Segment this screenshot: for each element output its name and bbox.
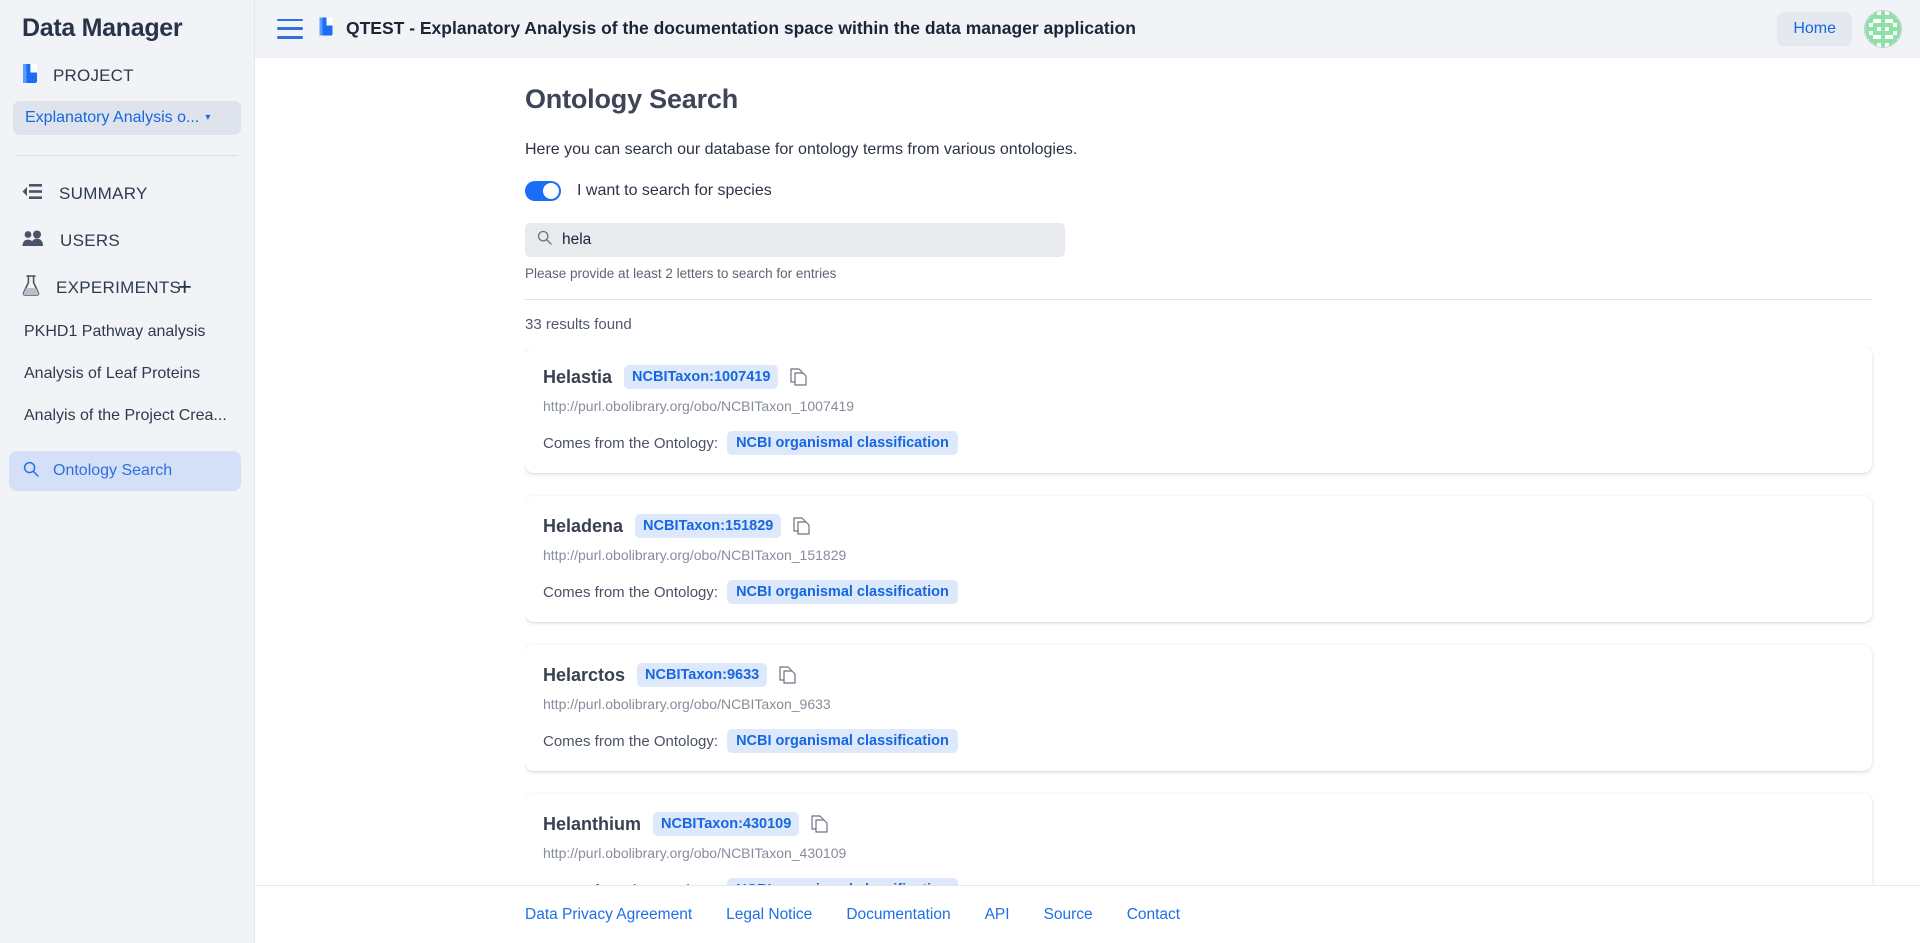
term-name: Heladena: [543, 516, 623, 537]
ontology-row: Comes from the Ontology: NCBI organismal…: [543, 729, 1852, 753]
ontology-badge: NCBI organismal classification: [727, 431, 958, 455]
project-selector-label: Explanatory Analysis o...: [25, 109, 199, 127]
result-card-header: Heladena NCBITaxon:151829: [543, 514, 1852, 538]
result-card-header: Helarctos NCBITaxon:9633: [543, 663, 1852, 687]
results-list[interactable]: Helastia NCBITaxon:1007419 http://purl.o…: [525, 347, 1920, 885]
sidebar-item-users-label: USERS: [60, 231, 120, 251]
app-brand-title: Data Manager: [0, 0, 254, 43]
term-id-badge: NCBITaxon:430109: [653, 812, 799, 836]
result-card[interactable]: Helanthium NCBITaxon:430109 http://purl.…: [525, 794, 1872, 885]
sidebar-item-summary[interactable]: SUMMARY: [0, 170, 254, 217]
term-url: http://purl.obolibrary.org/obo/NCBITaxon…: [543, 547, 1852, 563]
term-url: http://purl.obolibrary.org/obo/NCBITaxon…: [543, 696, 1852, 712]
copy-icon[interactable]: [790, 368, 807, 386]
experiment-item[interactable]: PKHD1 Pathway analysis: [0, 311, 254, 353]
project-selector[interactable]: Explanatory Analysis o... ▾: [13, 101, 241, 135]
term-url: http://purl.obolibrary.org/obo/NCBITaxon…: [543, 845, 1852, 861]
main-area: QTEST - Explanatory Analysis of the docu…: [255, 0, 1920, 943]
result-card[interactable]: Helarctos NCBITaxon:9633 http://purl.obo…: [525, 645, 1872, 771]
search-icon: [23, 461, 39, 482]
project-section-header: PROJECT: [0, 61, 254, 91]
result-card-header: Helanthium NCBITaxon:430109: [543, 812, 1852, 836]
experiment-item[interactable]: Analyis of the Project Crea...: [0, 395, 254, 437]
ontology-prefix-label: Comes from the Ontology:: [543, 435, 718, 452]
avatar[interactable]: [1864, 10, 1902, 48]
search-hint: Please provide at least 2 letters to sea…: [525, 266, 1920, 281]
topbar: QTEST - Explanatory Analysis of the docu…: [255, 0, 1920, 58]
result-card[interactable]: Helastia NCBITaxon:1007419 http://purl.o…: [525, 347, 1872, 473]
sidebar-nav: SUMMARY USERS: [0, 156, 254, 491]
summary-icon: [22, 183, 43, 205]
topbar-title: QTEST - Explanatory Analysis of the docu…: [346, 18, 1136, 39]
page-description: Here you can search our database for ont…: [525, 141, 1920, 159]
chevron-down-icon: ▾: [205, 113, 210, 123]
sidebar-item-ontology-search-label: Ontology Search: [53, 462, 172, 480]
content-area: Ontology Search Here you can search our …: [255, 58, 1920, 885]
footer-link-data-privacy[interactable]: Data Privacy Agreement: [525, 906, 692, 924]
ontology-row: Comes from the Ontology: NCBI organismal…: [543, 431, 1852, 455]
term-name: Helarctos: [543, 665, 625, 686]
ontology-row: Comes from the Ontology: NCBI organismal…: [543, 580, 1852, 604]
experiment-item[interactable]: Analysis of Leaf Proteins: [0, 353, 254, 395]
term-url: http://purl.obolibrary.org/obo/NCBITaxon…: [543, 398, 1852, 414]
project-section: PROJECT Explanatory Analysis o... ▾: [0, 43, 254, 135]
sidebar-item-summary-label: SUMMARY: [59, 184, 148, 204]
species-toggle-label: I want to search for species: [577, 182, 772, 200]
page-title: Ontology Search: [525, 84, 1920, 115]
term-name: Helastia: [543, 367, 612, 388]
ontology-prefix-label: Comes from the Ontology:: [543, 584, 718, 601]
ontology-prefix-label: Comes from the Ontology:: [543, 733, 718, 750]
hamburger-icon[interactable]: [277, 19, 303, 39]
footer-link-contact[interactable]: Contact: [1127, 906, 1180, 924]
results-divider: [525, 299, 1872, 300]
search-box[interactable]: [525, 223, 1065, 257]
copy-icon[interactable]: [793, 517, 810, 535]
ontology-prefix-label: Comes from the Ontology:: [543, 882, 718, 886]
copy-icon[interactable]: [811, 815, 828, 833]
project-section-label: PROJECT: [53, 66, 134, 86]
species-toggle-row: I want to search for species: [525, 181, 1920, 201]
toggle-knob: [543, 183, 559, 199]
ontology-badge: NCBI organismal classification: [727, 729, 958, 753]
book-icon: [22, 63, 39, 89]
topbar-actions: Home: [1777, 10, 1902, 48]
home-button[interactable]: Home: [1777, 12, 1852, 46]
content-inner: Ontology Search Here you can search our …: [255, 84, 1920, 885]
footer-link-api[interactable]: API: [985, 906, 1010, 924]
users-icon: [22, 230, 44, 252]
sidebar: Data Manager PROJECT Explanatory Analysi…: [0, 0, 255, 943]
book-icon: [319, 17, 334, 41]
term-id-badge: NCBITaxon:9633: [637, 663, 767, 687]
sidebar-item-experiments[interactable]: EXPERIMENTS +: [0, 264, 254, 311]
result-card-header: Helastia NCBITaxon:1007419: [543, 365, 1852, 389]
flask-icon: [22, 275, 40, 301]
term-id-badge: NCBITaxon:151829: [635, 514, 781, 538]
app-root: Data Manager PROJECT Explanatory Analysi…: [0, 0, 1920, 943]
ontology-row: Comes from the Ontology: NCBI organismal…: [543, 878, 1852, 885]
sidebar-item-experiments-label: EXPERIMENTS: [56, 278, 181, 298]
sidebar-item-ontology-search[interactable]: Ontology Search: [9, 451, 241, 491]
plus-icon[interactable]: +: [177, 275, 192, 300]
result-card[interactable]: Heladena NCBITaxon:151829 http://purl.ob…: [525, 496, 1872, 622]
ontology-badge: NCBI organismal classification: [727, 878, 958, 885]
search-input[interactable]: [562, 231, 1053, 249]
search-icon: [537, 230, 552, 250]
footer-link-legal-notice[interactable]: Legal Notice: [726, 906, 812, 924]
sidebar-item-users[interactable]: USERS: [0, 217, 254, 264]
footer-link-documentation[interactable]: Documentation: [846, 906, 950, 924]
ontology-badge: NCBI organismal classification: [727, 580, 958, 604]
footer: Data Privacy Agreement Legal Notice Docu…: [255, 885, 1920, 943]
species-toggle[interactable]: [525, 181, 561, 201]
term-name: Helanthium: [543, 814, 641, 835]
copy-icon[interactable]: [779, 666, 796, 684]
results-count: 33 results found: [525, 316, 1920, 333]
term-id-badge: NCBITaxon:1007419: [624, 365, 778, 389]
footer-link-source[interactable]: Source: [1044, 906, 1093, 924]
search-section: Please provide at least 2 letters to sea…: [525, 223, 1920, 281]
